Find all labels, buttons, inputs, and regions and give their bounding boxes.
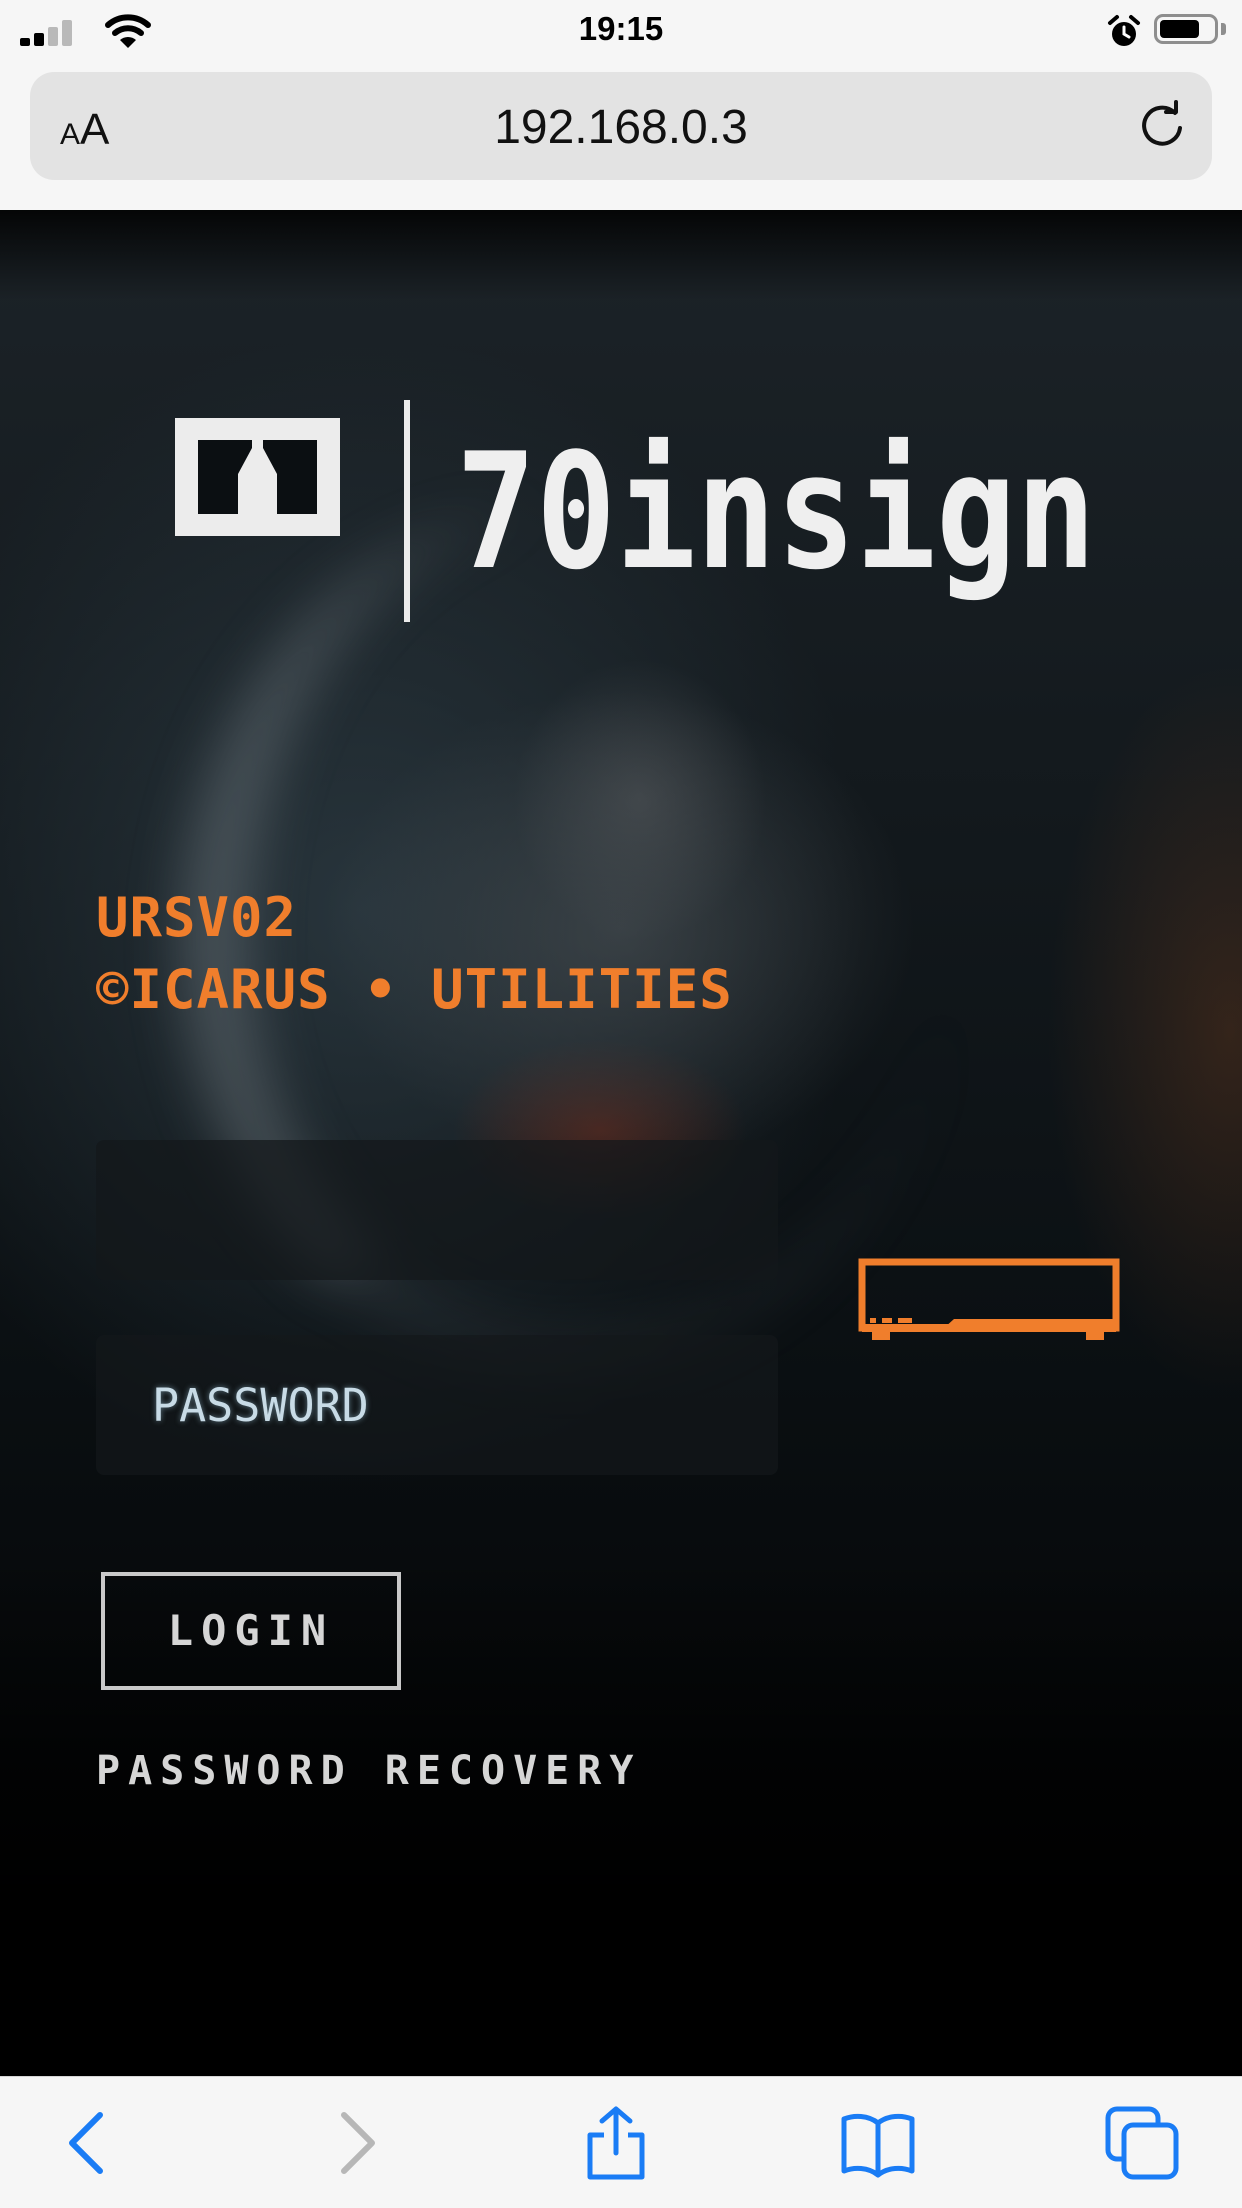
browser-toolbar [0,2076,1242,2208]
back-icon[interactable] [50,2105,126,2181]
battery-cap [1221,23,1226,35]
company-name: ©ICARUS • UTILITIES [96,958,733,1021]
address-bar[interactable]: AA 192.168.0.3 [30,72,1212,180]
password-placeholder: PASSWORD [152,1379,369,1432]
brand-text: URSV02 ©ICARUS • UTILITIES [96,882,733,1026]
battery-icon [1154,14,1218,44]
username-field[interactable] [96,1140,778,1280]
url-text[interactable]: 192.168.0.3 [30,100,1212,155]
brand-logo: 70insign [175,400,1096,622]
password-recovery-link[interactable]: PASSWORD RECOVERY [96,1748,641,1794]
login-button[interactable]: LOGIN [101,1572,401,1690]
bookmarks-icon[interactable] [840,2105,916,2181]
status-bar: 19:15 [0,0,1242,62]
login-page: 70insign URSV02 ©ICARUS • UTILITIES PASS… [0,210,1242,2076]
forward-icon[interactable] [318,2105,394,2181]
alarm-icon [1108,15,1140,46]
logo-wordmark: 70insign [456,418,1096,605]
tabs-icon[interactable] [1104,2105,1180,2181]
router-device-icon [858,1258,1120,1340]
share-icon[interactable] [578,2105,654,2181]
password-field[interactable]: PASSWORD [96,1335,778,1475]
reload-icon[interactable] [1134,98,1190,154]
browser-address-area: AA 192.168.0.3 [0,62,1242,210]
status-time: 19:15 [578,10,664,47]
top-shade [0,210,1242,300]
product-name: URSV02 [96,886,298,949]
